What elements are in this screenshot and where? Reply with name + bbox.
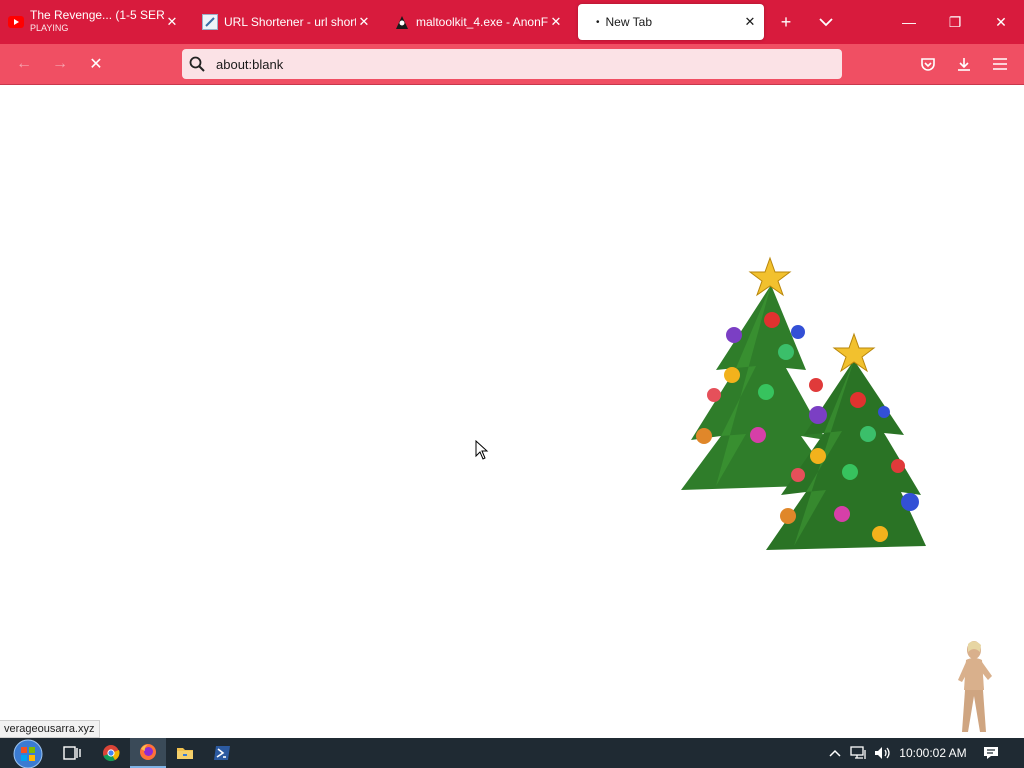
animated-figure-image — [958, 641, 992, 732]
tab-playing-label: PLAYING — [30, 23, 69, 33]
tab-close-icon[interactable]: ✕ — [548, 14, 564, 30]
chevron-down-icon — [819, 18, 833, 27]
forward-button[interactable]: → — [46, 50, 74, 78]
powershell-taskbar-button[interactable] — [204, 738, 240, 768]
search-icon — [182, 56, 212, 72]
tab-new-tab[interactable]: • New Tab ✕ — [578, 4, 764, 40]
chrome-icon — [103, 745, 120, 762]
christmas-trees-image — [681, 256, 926, 550]
downloads-button[interactable] — [950, 50, 978, 78]
download-icon — [958, 58, 970, 71]
tab-youtube[interactable]: The Revenge... (1-5 SERIES PLAYING ✕ — [0, 4, 186, 40]
tab-title: maltoolkit_4.exe - AnonFi — [416, 15, 548, 29]
minimize-button[interactable]: — — [886, 0, 932, 44]
network-tray-button[interactable] — [848, 738, 870, 768]
chevron-up-icon — [829, 749, 841, 757]
volume-tray-button[interactable] — [872, 738, 894, 768]
restore-button[interactable]: ❐ — [932, 0, 978, 44]
pocket-icon — [921, 58, 935, 71]
tab-list-button[interactable] — [812, 8, 840, 36]
link-icon — [202, 14, 218, 30]
task-view-icon — [63, 746, 81, 760]
tab-close-icon[interactable]: ✕ — [742, 14, 758, 30]
speaker-icon — [875, 747, 890, 759]
tab-url-shortener[interactable]: URL Shortener - url shorte ✕ — [194, 4, 378, 40]
close-window-button[interactable]: ✕ — [978, 0, 1024, 44]
task-view-button[interactable] — [54, 738, 90, 768]
menu-icon — [993, 58, 1007, 70]
loading-dot-icon: • — [596, 16, 600, 28]
powershell-icon — [214, 746, 230, 760]
back-button[interactable]: ← — [10, 50, 38, 78]
status-link-preview: verageousarra.xyz — [0, 720, 100, 738]
windows-taskbar: 10:00:02 AM — [0, 738, 1024, 768]
chrome-taskbar-button[interactable] — [93, 738, 129, 768]
tab-strip: The Revenge... (1-5 SERIES PLAYING ✕ URL… — [0, 0, 1024, 44]
mouse-pointer-icon — [475, 440, 489, 460]
start-button[interactable] — [6, 738, 46, 768]
anonymous-mask-icon — [394, 14, 410, 30]
navigation-toolbar: ← → ✕ — [0, 44, 1024, 85]
action-center-button[interactable] — [980, 738, 1002, 768]
pocket-button[interactable] — [914, 50, 942, 78]
url-bar[interactable] — [182, 49, 842, 79]
network-icon — [850, 746, 866, 759]
tab-close-icon[interactable]: ✕ — [164, 14, 180, 30]
app-menu-button[interactable] — [986, 50, 1014, 78]
taskbar-clock[interactable]: 10:00:02 AM — [896, 738, 970, 768]
new-tab-button[interactable]: + — [772, 8, 800, 36]
folder-icon — [177, 748, 193, 759]
firefox-icon — [140, 744, 156, 760]
tab-title: The Revenge... (1-5 SERIES — [30, 9, 164, 22]
youtube-icon — [8, 14, 24, 30]
tab-title: URL Shortener - url shorte — [224, 15, 356, 29]
firefox-taskbar-button[interactable] — [130, 738, 166, 768]
tab-title: New Tab — [605, 15, 652, 29]
stop-button[interactable]: ✕ — [82, 50, 110, 78]
notification-icon — [984, 747, 998, 759]
show-hidden-icons-button[interactable] — [826, 738, 844, 768]
tab-anonfiles[interactable]: maltoolkit_4.exe - AnonFi ✕ — [386, 4, 570, 40]
file-explorer-taskbar-button[interactable] — [167, 738, 203, 768]
tab-close-icon[interactable]: ✕ — [356, 14, 372, 30]
url-input[interactable] — [216, 56, 816, 72]
